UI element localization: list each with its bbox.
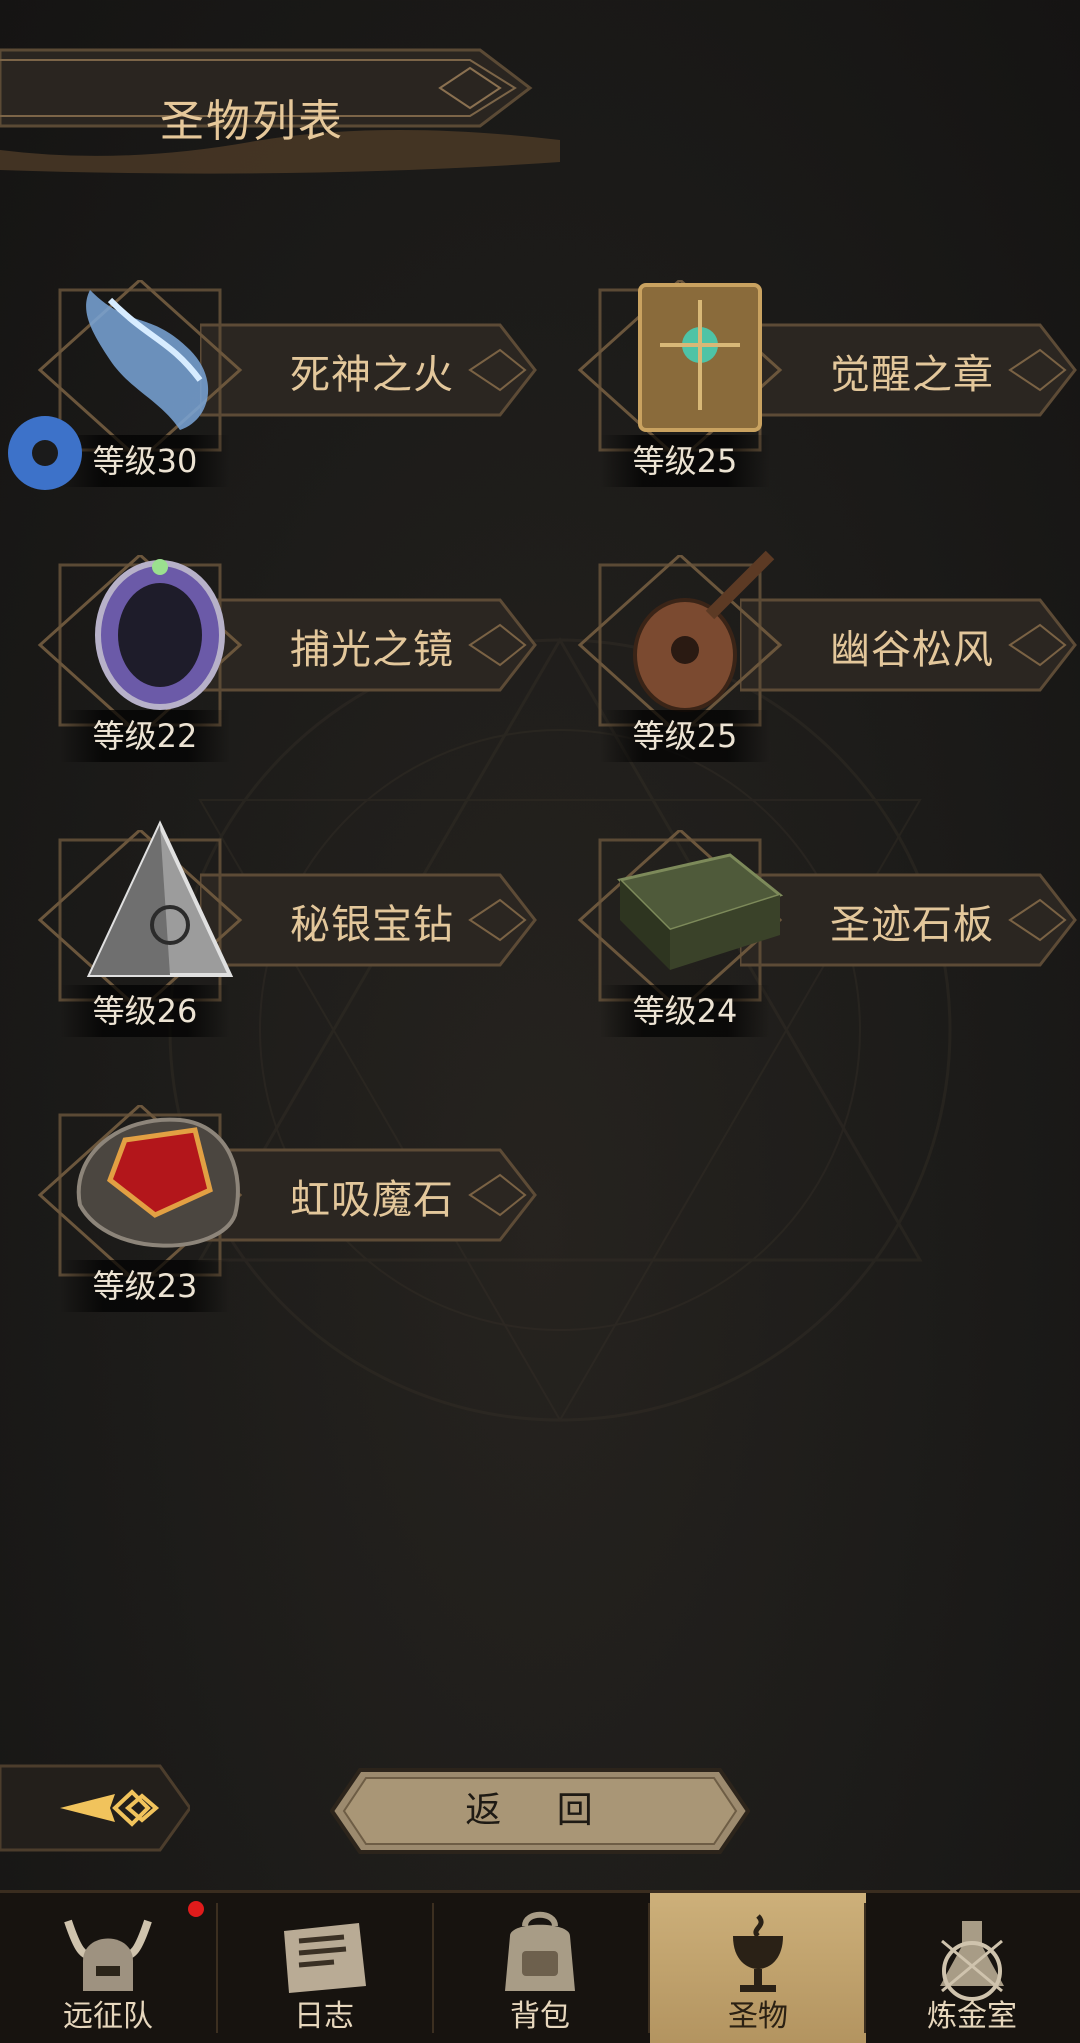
nav-item-backpack[interactable]: 背包 [432, 1893, 648, 2043]
relic-card[interactable]: 捕光之镜 等级22 [20, 535, 540, 765]
relic-name: 捕光之镜 [290, 627, 454, 673]
nav-label: 圣物 [728, 1999, 788, 2034]
relic-level: 等级22 [60, 710, 230, 762]
page-title: 圣物列表 [160, 96, 344, 147]
notification-dot [188, 1901, 204, 1917]
nav-label: 远征队 [63, 1999, 153, 2034]
chalice-icon [733, 1914, 783, 1992]
nav-label: 日志 [294, 1999, 354, 2034]
relic-card[interactable]: 虹吸魔石 等级23 [20, 1085, 540, 1315]
relic-card[interactable]: 圣迹石板 等级24 [560, 810, 1080, 1040]
diamond-arrow-icon [0, 1764, 192, 1852]
relic-card[interactable]: 秘银宝钻 等级26 [20, 810, 540, 1040]
ornate-book-icon [638, 283, 762, 432]
back-button[interactable]: 返 回 [330, 1766, 750, 1856]
alchemy-flask-icon [940, 1921, 1004, 2001]
relic-name: 圣迹石板 [830, 902, 994, 948]
relic-card[interactable]: 幽谷松风 等级25 [560, 535, 1080, 765]
relic-level: 等级25 [600, 435, 770, 487]
red-gem-stone-icon [76, 1117, 240, 1248]
nav-item-alchemy[interactable]: 炼金室 [864, 1893, 1080, 2043]
relic-name: 幽谷松风 [830, 627, 994, 673]
scroll-log-icon [284, 1923, 366, 1993]
nav-item-relics[interactable]: 圣物 [650, 1893, 866, 2043]
lute-icon [633, 550, 775, 712]
nav-item-expedition[interactable]: 远征队 [0, 1893, 216, 2043]
relic-level: 等级25 [600, 710, 770, 762]
stone-tablet-icon [617, 853, 784, 970]
nav-label: 背包 [510, 1999, 570, 2034]
backpack-icon [505, 1911, 575, 1991]
relic-name: 秘银宝钻 [290, 902, 454, 948]
touch-indicator [8, 416, 82, 490]
nav-label: 炼金室 [927, 1999, 1017, 2034]
silver-pyramid-icon [86, 820, 234, 977]
bottom-navigation: 远征队 日志 背包 圣物 炼金室 [0, 1890, 1080, 2043]
relic-level: 等级24 [600, 985, 770, 1037]
relic-level: 等级23 [60, 1260, 230, 1312]
relic-level: 等级26 [60, 985, 230, 1037]
nav-item-log[interactable]: 日志 [216, 1893, 432, 2043]
side-expand-tab[interactable] [0, 1762, 192, 1854]
relic-level: 等级30 [60, 435, 230, 487]
page-header: 圣物列表 [0, 30, 560, 180]
crystal-mirror-icon [95, 559, 225, 710]
relic-card[interactable]: 死神之火 等级30 [20, 260, 540, 490]
relic-card[interactable]: 觉醒之章 等级25 [560, 260, 1080, 490]
relic-name: 死神之火 [290, 352, 454, 398]
relic-name: 虹吸魔石 [290, 1177, 454, 1223]
blue-flame-hand-icon [86, 290, 209, 430]
viking-helmet-icon [64, 1919, 152, 1991]
back-button-label: 返 回 [465, 1790, 615, 1831]
relic-name: 觉醒之章 [830, 352, 994, 398]
